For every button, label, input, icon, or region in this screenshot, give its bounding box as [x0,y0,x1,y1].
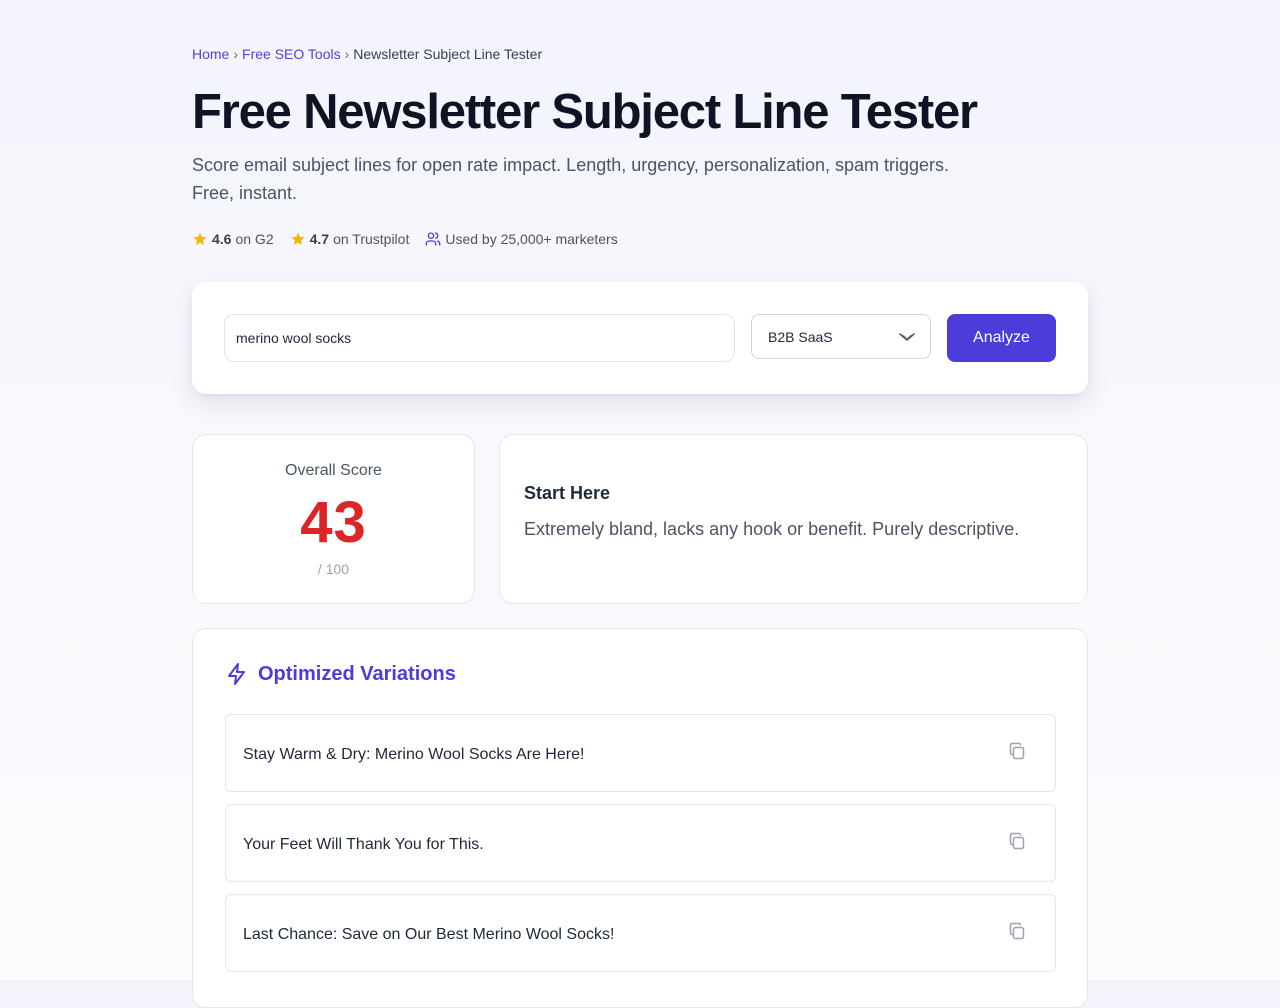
advice-card: Start Here Extremely bland, lacks any ho… [499,434,1088,604]
users-label: Used by 25,000+ marketers [445,231,618,247]
variation-text: Stay Warm & Dry: Merino Wool Socks Are H… [243,746,585,763]
chevron-down-icon [899,333,915,341]
copy-icon[interactable] [1007,831,1027,851]
g2-rating: 4.6 on G2 [192,231,274,247]
trustpilot-label: on Trustpilot [333,231,410,247]
variation-item: Last Chance: Save on Our Best Merino Woo… [225,894,1056,972]
breadcrumb: Home › Free SEO Tools › Newsletter Subject L… [192,46,542,62]
ratings-row: 4.6 on G2 4.7 on Trustpilot Used by 25,0… [192,231,634,247]
variations-title: Optimized Variations [258,662,456,685]
breadcrumb-current: Newsletter Subject Line Tester [353,46,543,62]
page-subtitle: Score email subject lines for open rate … [192,155,950,203]
trustpilot-score: 4.7 [309,231,330,247]
lightning-bolt-icon [228,663,245,685]
analyze-button[interactable]: Analyze [947,314,1056,362]
industry-select[interactable]: B2B SaaS [751,314,931,359]
advice-title: Start Here [524,483,611,503]
score-card: Overall Score 43 / 100 [192,434,475,604]
subject-line-input[interactable] [224,314,735,362]
advice-text: Extremely bland, lacks any hook or benef… [524,519,1020,539]
variation-item: Your Feet Will Thank You for This. [225,804,1056,882]
star-icon [193,232,207,245]
breadcrumb-seo-tools-link[interactable]: Free SEO Tools [242,46,341,62]
variation-text: Last Chance: Save on Our Best Merino Woo… [243,926,615,943]
score-label: Overall Score [285,462,382,479]
users-count: Used by 25,000+ marketers [425,231,618,247]
trustpilot-rating: 4.7 on Trustpilot [290,231,410,247]
variation-item: Stay Warm & Dry: Merino Wool Socks Are H… [225,714,1056,792]
breadcrumb-separator: › [344,46,350,62]
breadcrumb-separator: › [233,46,239,62]
variation-text: Your Feet Will Thank You for This. [243,836,484,853]
g2-label: on G2 [235,231,274,247]
score-value: 43 [300,490,367,555]
copy-icon[interactable] [1007,741,1027,761]
page-title: Free Newsletter Subject Line Tester [192,85,978,139]
score-max: / 100 [317,561,350,577]
g2-score: 4.6 [212,231,232,247]
search-card: B2B SaaS Analyze [192,282,1088,394]
copy-icon[interactable] [1007,921,1027,941]
industry-select-value: B2B SaaS [768,328,833,345]
breadcrumb-home-link[interactable]: Home [192,46,229,62]
variations-card: Optimized Variations Stay Warm & Dry: Me… [192,628,1088,1008]
users-icon [426,232,441,246]
variations-header: Optimized Variations [225,662,456,686]
star-icon [291,232,305,245]
